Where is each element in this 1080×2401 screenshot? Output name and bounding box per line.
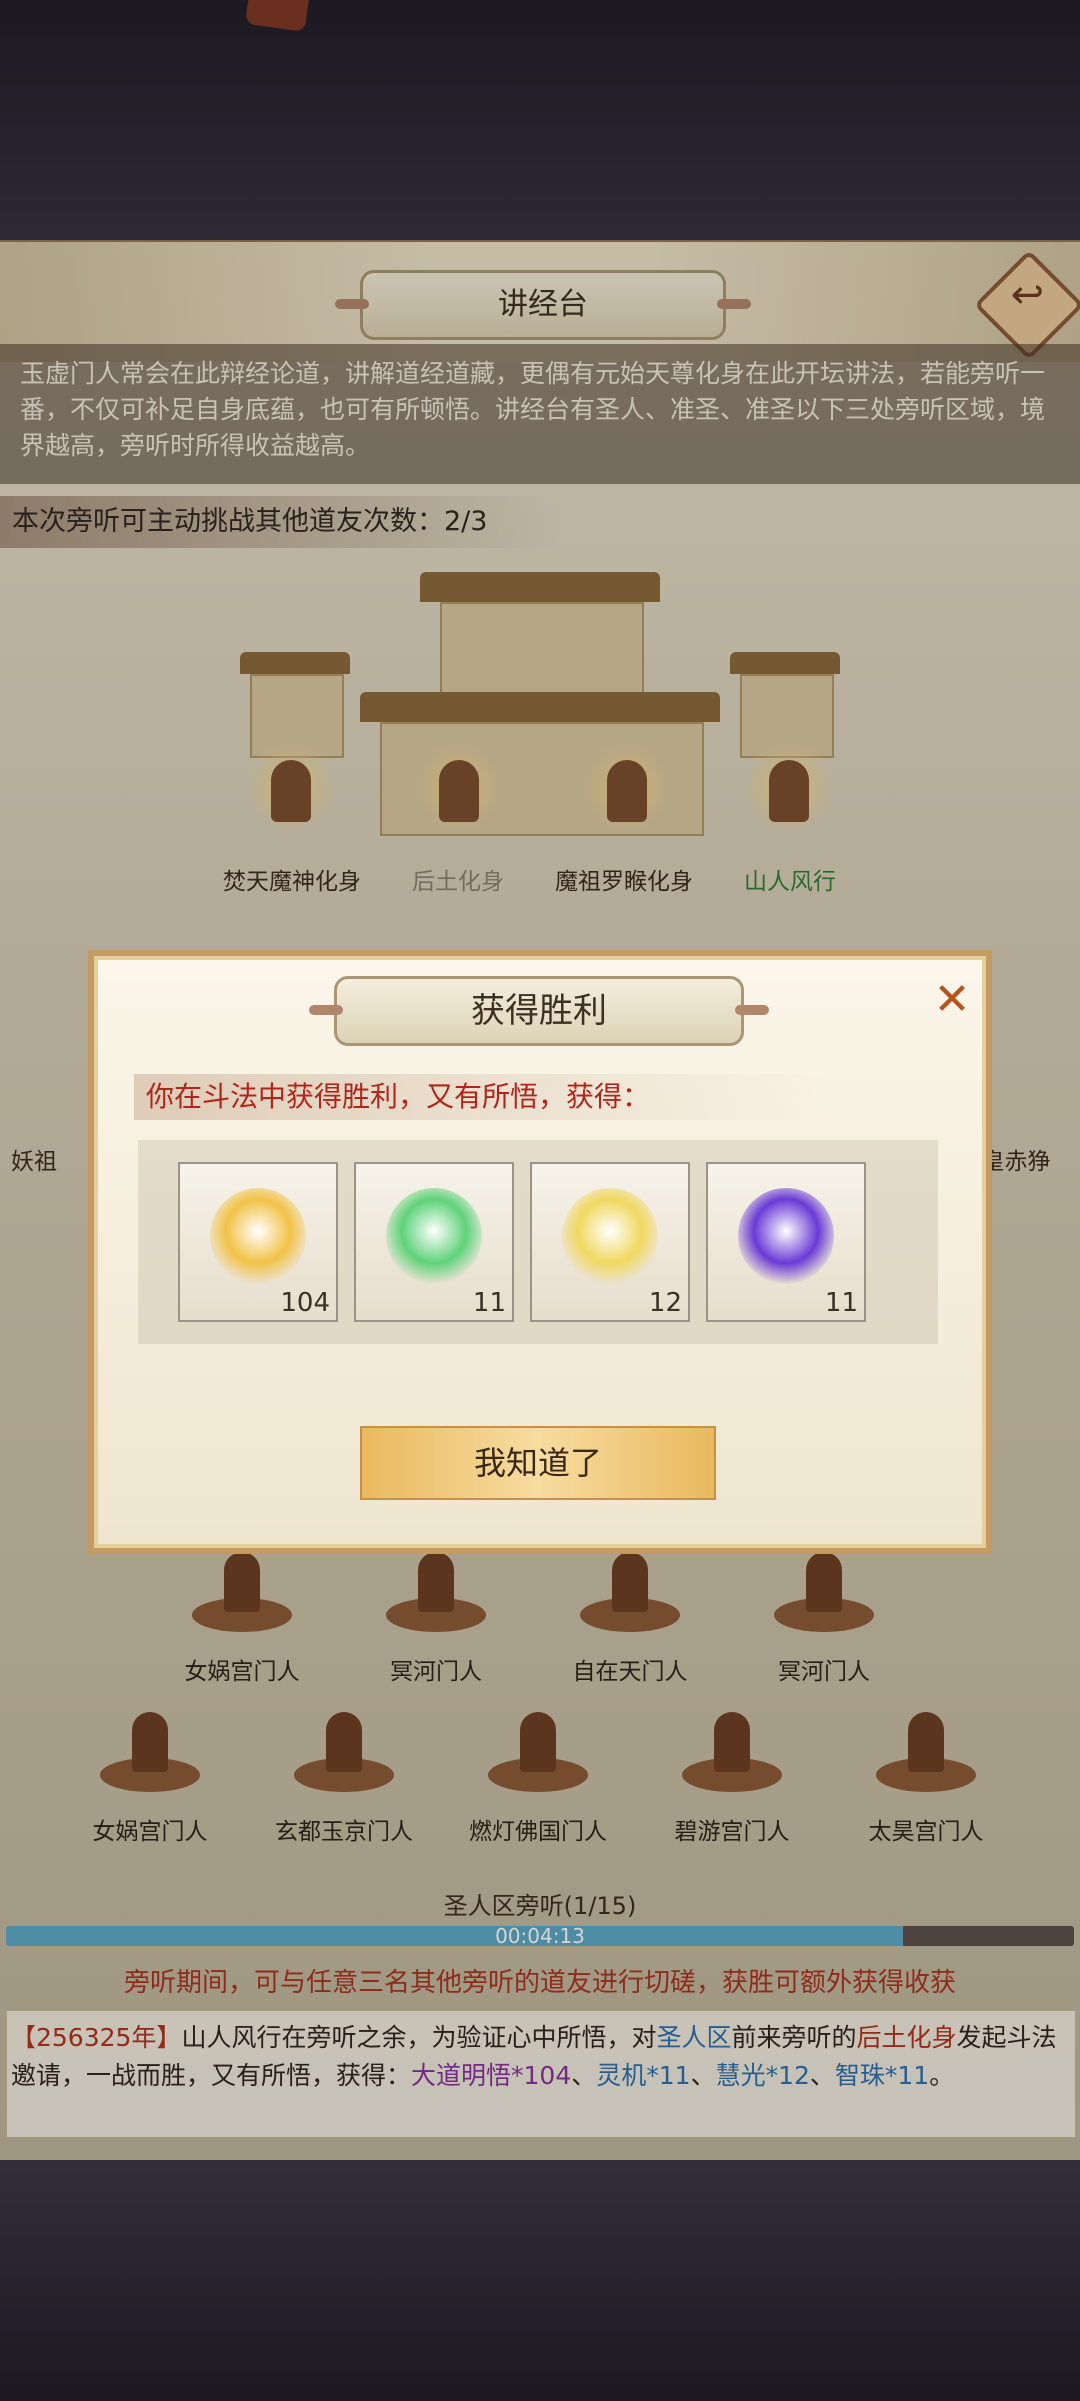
reward-item[interactable]: 11 <box>354 1162 514 1322</box>
dialog-title: 获得胜利 <box>309 976 769 1046</box>
reward-count: 104 <box>280 1288 330 1318</box>
golden-flame-icon <box>210 1188 306 1284</box>
status-bar-area <box>0 0 1080 240</box>
reward-item[interactable]: 11 <box>706 1162 866 1322</box>
reward-item[interactable]: 12 <box>530 1162 690 1322</box>
golden-light-icon <box>562 1188 658 1284</box>
reward-count: 12 <box>648 1288 682 1318</box>
app-logo-icon <box>244 0 312 32</box>
reward-item[interactable]: 104 <box>178 1162 338 1322</box>
reward-list: 104 11 12 11 <box>138 1140 938 1344</box>
bottom-bar <box>0 2160 1080 2401</box>
reward-count: 11 <box>824 1288 858 1318</box>
purple-pearl-icon <box>738 1188 834 1284</box>
green-spirit-icon <box>386 1188 482 1284</box>
confirm-button[interactable]: 我知道了 <box>360 1426 716 1500</box>
close-button[interactable]: ✕ <box>928 976 976 1024</box>
reward-count: 11 <box>472 1288 506 1318</box>
victory-dialog: 获得胜利 ✕ 你在斗法中获得胜利，又有所悟，获得： 104 11 12 11 我… <box>88 950 992 1554</box>
victory-message: 你在斗法中获得胜利，又有所悟，获得： <box>134 1074 826 1120</box>
